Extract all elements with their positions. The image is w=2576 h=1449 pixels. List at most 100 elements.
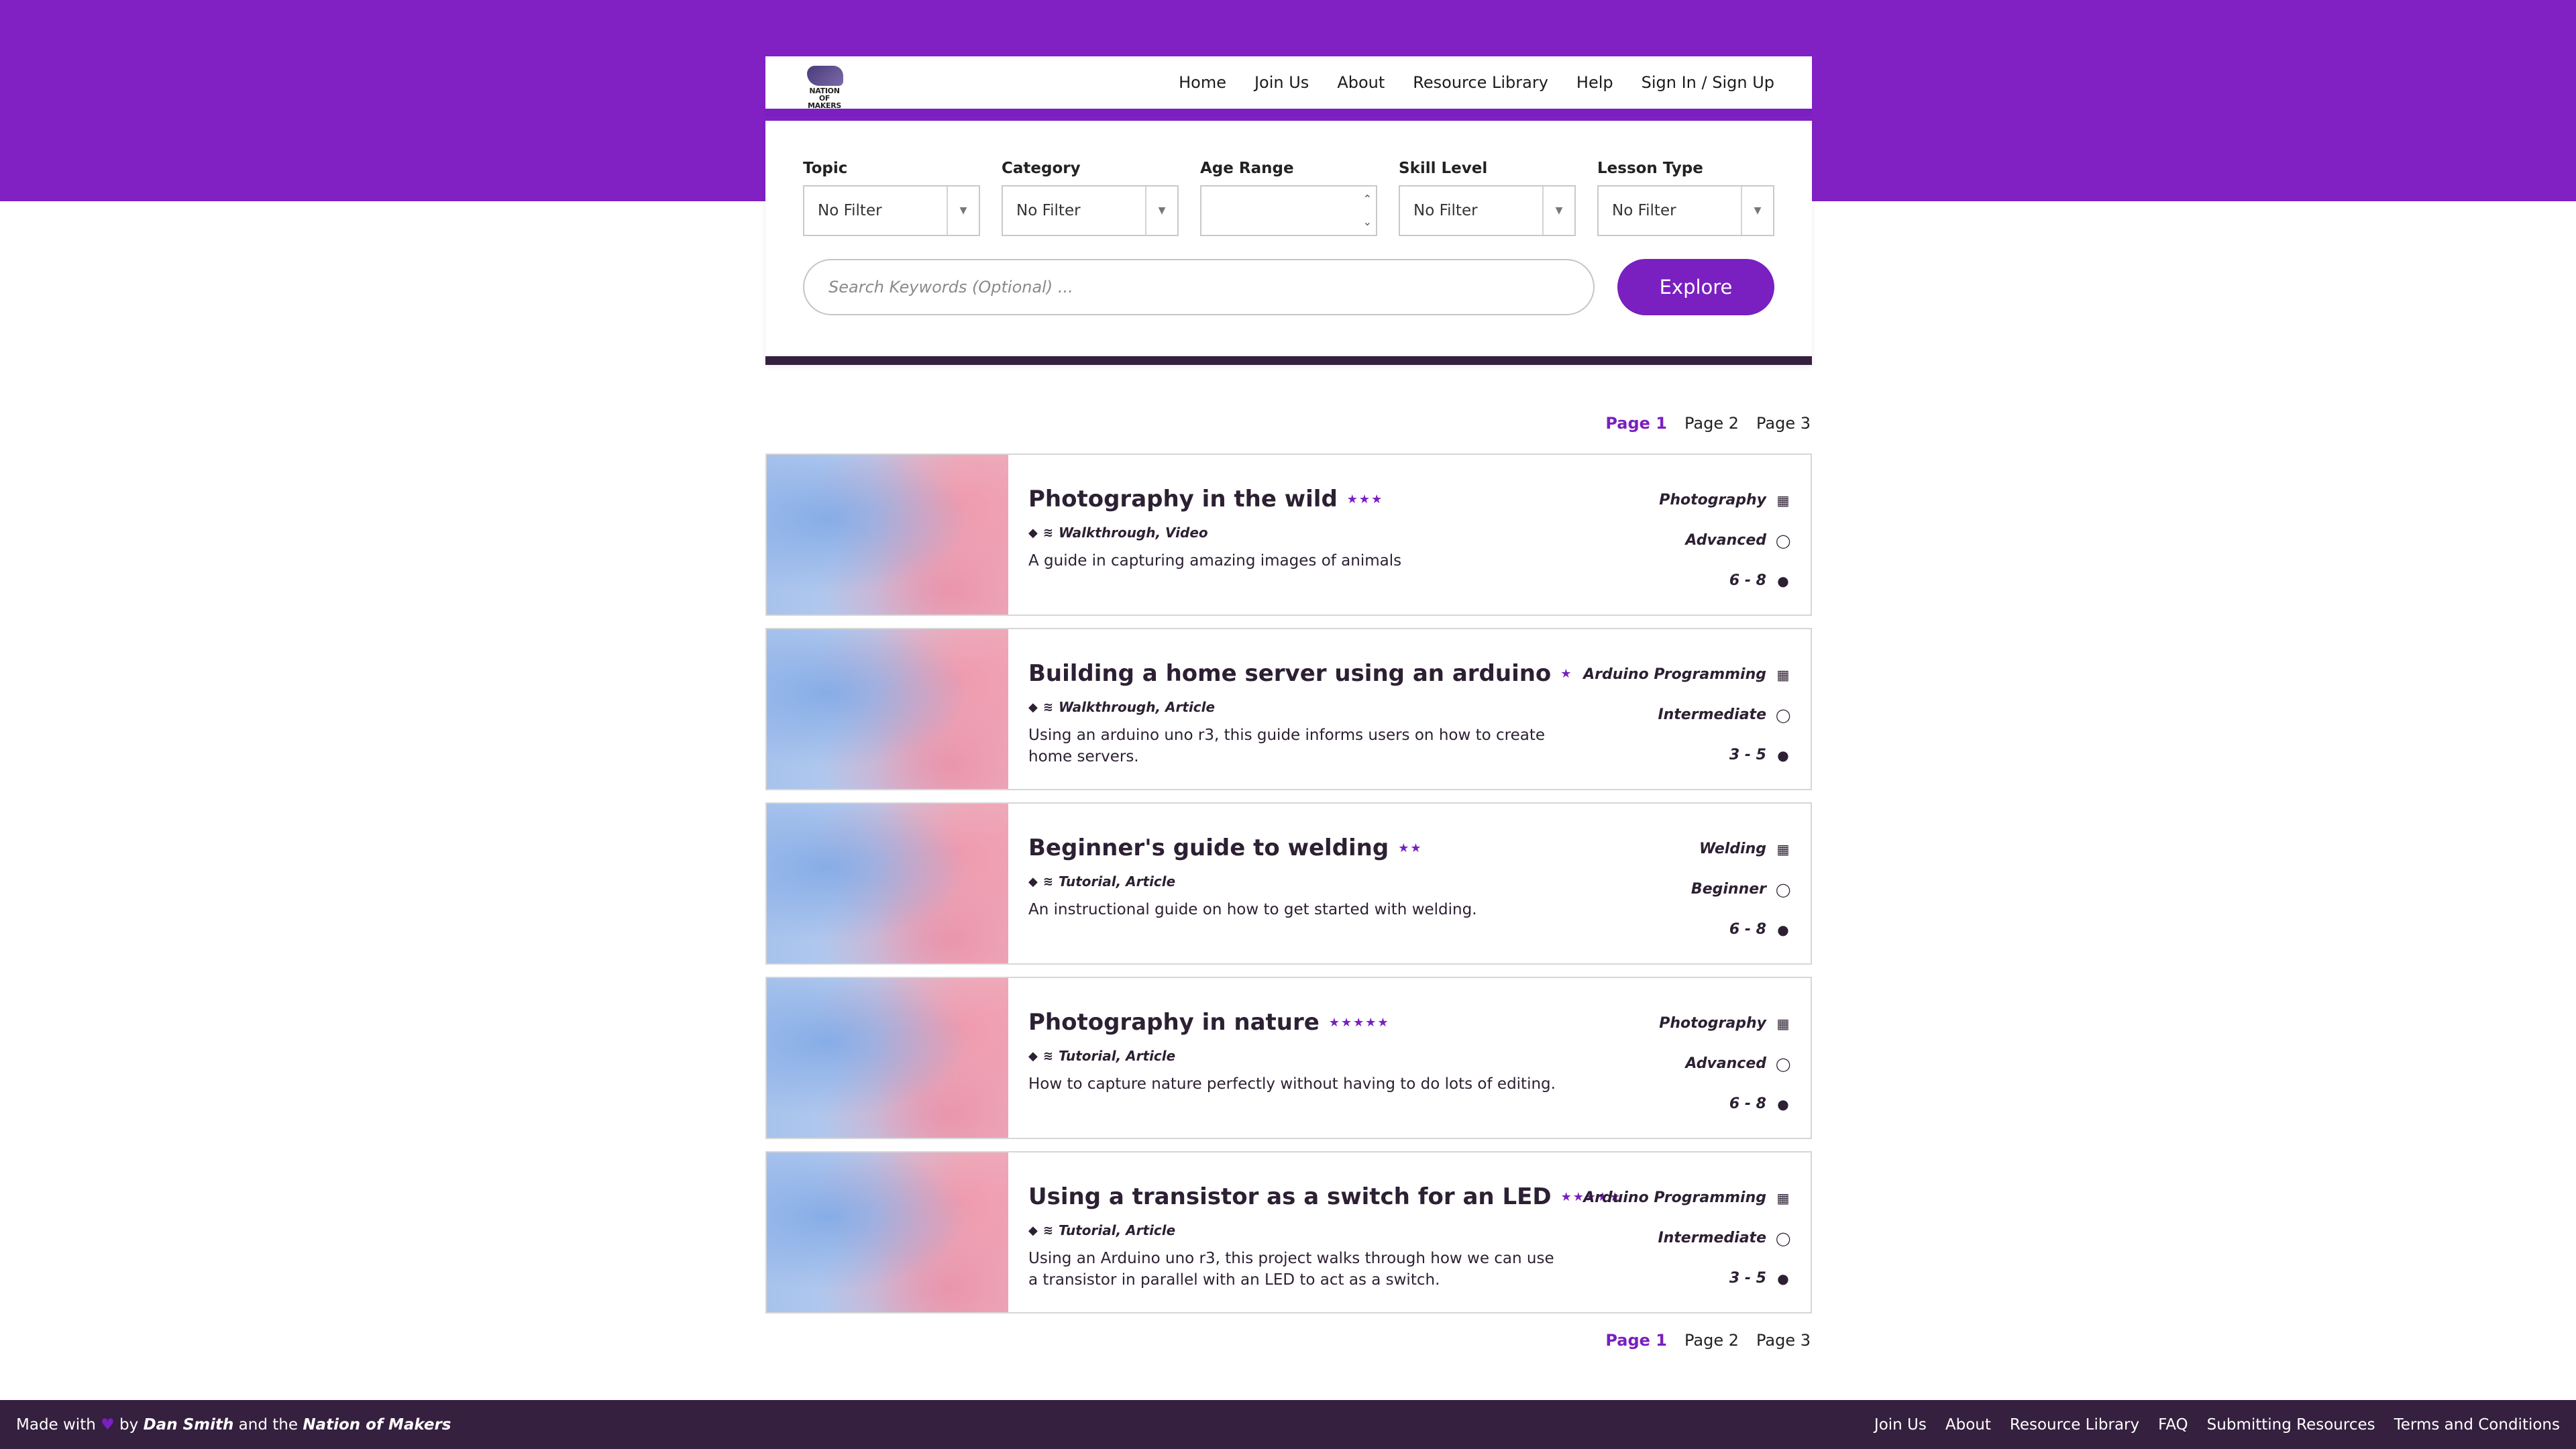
tag-icon: ◆ bbox=[1028, 874, 1038, 889]
page-link-2[interactable]: Page 2 bbox=[1684, 1331, 1739, 1350]
explore-button[interactable]: Explore bbox=[1617, 259, 1774, 315]
resource-title[interactable]: Photography in the wild bbox=[1028, 486, 1338, 513]
resource-ages: 6 - 8 bbox=[1729, 1095, 1766, 1112]
footer-about[interactable]: About bbox=[1945, 1416, 1991, 1434]
topic-filter: Topic No Filter ▼ bbox=[803, 160, 980, 236]
resource-types: ◆ ≋ Tutorial, Article bbox=[1028, 873, 1790, 890]
resource-title[interactable]: Building a home server using an arduino bbox=[1028, 660, 1551, 687]
age-range-input[interactable]: ⌃ ⌄ bbox=[1200, 185, 1377, 236]
skill-row: Intermediate ◯ bbox=[1583, 1218, 1790, 1258]
layers-icon: ≋ bbox=[1042, 1049, 1053, 1063]
resource-card[interactable]: Photography in nature ★★★★★ ◆ ≋ Tutorial… bbox=[765, 977, 1812, 1139]
drop-icon: ◯ bbox=[1776, 1056, 1791, 1072]
skill-level-select[interactable]: No Filter ▼ bbox=[1399, 185, 1576, 236]
resource-description: How to capture nature perfectly without … bbox=[1028, 1075, 1556, 1093]
resource-category: Welding bbox=[1699, 841, 1766, 857]
layers-icon: ≋ bbox=[1042, 874, 1053, 889]
grid-icon: ▦ bbox=[1776, 841, 1790, 857]
resource-body: Photography in nature ★★★★★ ◆ ≋ Tutorial… bbox=[1008, 978, 1811, 1138]
star-rating: ★ bbox=[1560, 666, 1573, 681]
footer-submitting-resources[interactable]: Submitting Resources bbox=[2207, 1416, 2375, 1434]
title-line: Beginner's guide to welding ★★ bbox=[1028, 835, 1790, 861]
resource-card[interactable]: Beginner's guide to welding ★★ ◆ ≋ Tutor… bbox=[765, 802, 1812, 965]
resource-thumbnail[interactable] bbox=[767, 629, 1008, 789]
drop-icon: ◯ bbox=[1776, 533, 1791, 549]
layers-icon: ≋ bbox=[1042, 525, 1053, 540]
topic-select[interactable]: No Filter ▼ bbox=[803, 185, 980, 236]
chevron-down-icon: ▼ bbox=[1542, 186, 1574, 235]
resource-ages: 3 - 5 bbox=[1729, 747, 1766, 763]
footer-join-us[interactable]: Join Us bbox=[1874, 1416, 1927, 1434]
nav-help[interactable]: Help bbox=[1576, 73, 1613, 92]
resource-ages: 3 - 5 bbox=[1729, 1270, 1766, 1287]
resource-title[interactable]: Photography in nature bbox=[1028, 1009, 1320, 1036]
skill-row: Beginner ◯ bbox=[1691, 869, 1790, 910]
resource-skill: Beginner bbox=[1690, 881, 1766, 898]
user-icon: ● bbox=[1777, 573, 1789, 589]
chevron-down-icon: ▼ bbox=[947, 186, 979, 235]
lesson-type-select[interactable]: No Filter ▼ bbox=[1597, 185, 1774, 236]
footer-resource-library[interactable]: Resource Library bbox=[2010, 1416, 2139, 1434]
resource-title[interactable]: Beginner's guide to welding bbox=[1028, 835, 1389, 861]
category-row: Arduino Programming ▦ bbox=[1583, 1178, 1790, 1218]
stepper-arrows-icon[interactable]: ⌃ ⌄ bbox=[1363, 188, 1372, 233]
topic-value: No Filter bbox=[818, 202, 882, 219]
resource-description: Using an Arduino uno r3, this project wa… bbox=[1028, 1250, 1554, 1289]
footer-terms[interactable]: Terms and Conditions bbox=[2394, 1416, 2560, 1434]
resource-thumbnail[interactable] bbox=[767, 1152, 1008, 1312]
tag-icon: ◆ bbox=[1028, 525, 1038, 540]
age-range-label: Age Range bbox=[1200, 160, 1294, 177]
page-link-3[interactable]: Page 3 bbox=[1756, 414, 1811, 433]
layers-icon: ≋ bbox=[1042, 700, 1053, 714]
nav-sign-in[interactable]: Sign In / Sign Up bbox=[1642, 73, 1774, 92]
grid-icon: ▦ bbox=[1776, 667, 1790, 683]
resource-card[interactable]: Building a home server using an arduino … bbox=[765, 628, 1812, 790]
lesson-type-value: No Filter bbox=[1612, 202, 1676, 219]
page-link-2[interactable]: Page 2 bbox=[1684, 414, 1739, 433]
footer-faq[interactable]: FAQ bbox=[2158, 1416, 2188, 1434]
resource-skill: Advanced bbox=[1685, 1055, 1766, 1072]
author-name: Dan Smith bbox=[143, 1415, 234, 1434]
category-row: Photography ▦ bbox=[1659, 480, 1790, 521]
resource-skill: Intermediate bbox=[1658, 706, 1766, 723]
resource-ages: 6 - 8 bbox=[1729, 572, 1766, 589]
page-link-3[interactable]: Page 3 bbox=[1756, 1331, 1811, 1350]
resource-card[interactable]: Using a transistor as a switch for an LE… bbox=[765, 1151, 1812, 1313]
search-input[interactable]: Search Keywords (Optional) ... bbox=[803, 259, 1595, 315]
nav-join-us[interactable]: Join Us bbox=[1254, 73, 1309, 92]
nav-about[interactable]: About bbox=[1337, 73, 1385, 92]
search-row: Search Keywords (Optional) ... Explore bbox=[803, 259, 1774, 315]
drop-icon: ◯ bbox=[1776, 1230, 1791, 1246]
resource-ages: 6 - 8 bbox=[1729, 921, 1766, 938]
nav-links: Home Join Us About Resource Library Help… bbox=[1179, 73, 1774, 92]
resource-body: Building a home server using an arduino … bbox=[1008, 629, 1811, 789]
resource-title[interactable]: Using a transistor as a switch for an LE… bbox=[1028, 1183, 1552, 1210]
age-range-filter: Age Range ⌃ ⌄ bbox=[1200, 160, 1377, 236]
page-link-1[interactable]: Page 1 bbox=[1605, 414, 1667, 433]
nation-of-makers-logo[interactable]: NATION OF MAKERS bbox=[803, 60, 846, 109]
resource-meta: Photography ▦ Advanced ◯ 6 - 8 ● bbox=[1659, 480, 1790, 601]
page-link-1[interactable]: Page 1 bbox=[1605, 1331, 1667, 1350]
lesson-type-label: Lesson Type bbox=[1597, 160, 1703, 177]
topic-label: Topic bbox=[803, 160, 848, 177]
resource-types-text: Tutorial, Article bbox=[1058, 873, 1176, 890]
category-select[interactable]: No Filter ▼ bbox=[1002, 185, 1179, 236]
nav-resource-library[interactable]: Resource Library bbox=[1413, 73, 1548, 92]
nav-home[interactable]: Home bbox=[1179, 73, 1226, 92]
ages-row: 6 - 8 ● bbox=[1659, 1084, 1790, 1124]
skill-level-label: Skill Level bbox=[1399, 160, 1488, 177]
resource-thumbnail[interactable] bbox=[767, 455, 1008, 614]
resource-thumbnail[interactable] bbox=[767, 804, 1008, 963]
skill-row: Advanced ◯ bbox=[1659, 1044, 1790, 1084]
user-icon: ● bbox=[1777, 1096, 1789, 1112]
grid-icon: ▦ bbox=[1776, 1016, 1790, 1032]
user-icon: ● bbox=[1777, 747, 1789, 763]
grid-icon: ▦ bbox=[1776, 492, 1790, 508]
us-map-icon bbox=[807, 66, 843, 86]
resource-types-text: Walkthrough, Video bbox=[1058, 525, 1208, 541]
drop-icon: ◯ bbox=[1776, 707, 1791, 723]
star-rating: ★★★★★ bbox=[1328, 1015, 1390, 1030]
resource-thumbnail[interactable] bbox=[767, 978, 1008, 1138]
category-value: No Filter bbox=[1016, 202, 1081, 219]
resource-card[interactable]: Photography in the wild ★★★ ◆ ≋ Walkthro… bbox=[765, 453, 1812, 616]
